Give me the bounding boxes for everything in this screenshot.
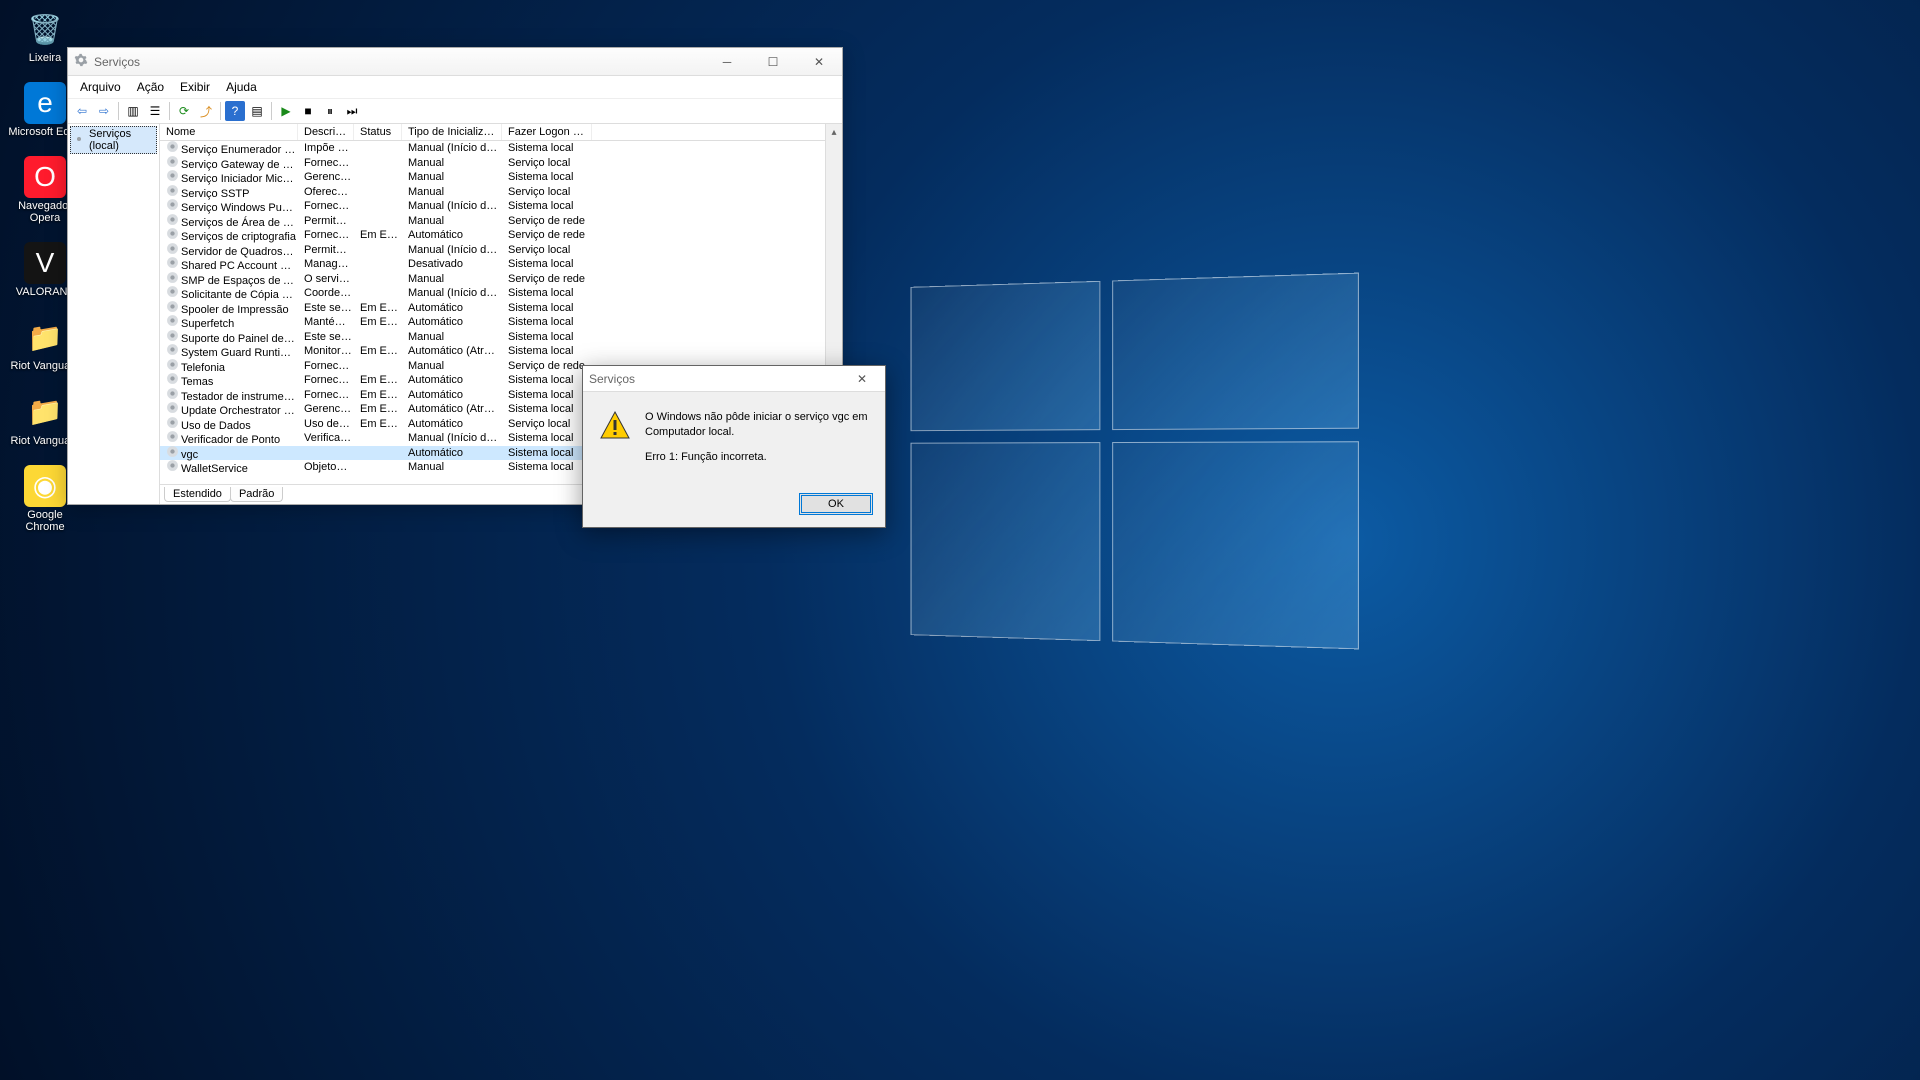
table-row[interactable]: Servidor de Quadros de Câ...Permite q...… <box>160 243 842 258</box>
gear-icon <box>166 227 179 240</box>
gear-icon <box>166 416 179 429</box>
gear-icon <box>166 285 179 298</box>
menu-item[interactable]: Ajuda <box>220 78 263 96</box>
table-row[interactable]: Serviços de criptografiaFornece tr...Em … <box>160 228 842 243</box>
forward-icon[interactable]: ⇨ <box>94 101 114 121</box>
icon-label: VALORANT <box>16 286 74 298</box>
app-icon: 🗑️ <box>24 8 66 50</box>
toolbar: ⇦ ⇨ ▥ ☰ ⟳ ⤴ ? ▤ ▶ ■ ⏸ ⏭ <box>68 98 842 124</box>
gear-icon <box>166 198 179 211</box>
table-row[interactable]: Shared PC Account ManagerManages ...Desa… <box>160 257 842 272</box>
gear-icon <box>166 155 179 168</box>
gear-icon <box>166 459 179 472</box>
gear-icon <box>166 300 179 313</box>
gear-icon <box>166 387 179 400</box>
list-header: Nome Descrição Status Tipo de Inicializa… <box>160 124 842 141</box>
ok-button[interactable]: OK <box>799 493 873 515</box>
col-name[interactable]: Nome <box>160 124 298 140</box>
app-icon: 📁 <box>24 391 66 433</box>
columns-icon[interactable]: ▤ <box>247 101 267 121</box>
gear-icon <box>73 133 85 148</box>
icon-label: Lixeira <box>29 52 61 64</box>
table-row[interactable]: Serviço SSTPOferece s...ManualServiço lo… <box>160 185 842 200</box>
restart-service-icon[interactable]: ⏭ <box>342 101 362 121</box>
col-startup[interactable]: Tipo de Inicialização <box>402 124 502 140</box>
scroll-up-icon[interactable]: ▴ <box>826 124 842 141</box>
export-icon[interactable]: ⤴ <box>196 101 216 121</box>
gear-icon <box>166 343 179 356</box>
gear-icon <box>166 445 179 458</box>
back-icon[interactable]: ⇦ <box>72 101 92 121</box>
app-icon: e <box>24 82 66 124</box>
gear-icon <box>166 242 179 255</box>
col-desc[interactable]: Descrição <box>298 124 354 140</box>
gear-icon <box>166 169 179 182</box>
gear-icon <box>166 358 179 371</box>
gear-icon <box>166 314 179 327</box>
table-row[interactable]: System Guard Runtime Mo...Monitora e...E… <box>160 344 842 359</box>
pause-service-icon[interactable]: ⏸ <box>320 101 340 121</box>
table-row[interactable]: Serviço Enumerador de Dis...Impõe a p...… <box>160 141 842 156</box>
table-row[interactable]: Serviço Windows PushToIns...Fornece s...… <box>160 199 842 214</box>
menu-item[interactable]: Exibir <box>174 78 216 96</box>
table-row[interactable]: Serviço Gateway de Camad...Fornece s...M… <box>160 156 842 171</box>
show-hide-tree-icon[interactable]: ▥ <box>123 101 143 121</box>
start-service-icon[interactable]: ▶ <box>276 101 296 121</box>
table-row[interactable]: Spooler de ImpressãoEste serviç...Em Exe… <box>160 301 842 316</box>
dialog-titlebar[interactable]: Serviços ✕ <box>583 366 885 392</box>
tab-padrao[interactable]: Padrão <box>230 487 283 502</box>
window-title: Serviços <box>94 55 140 69</box>
close-button[interactable]: ✕ <box>796 48 842 76</box>
maximize-button[interactable]: ☐ <box>750 48 796 76</box>
titlebar[interactable]: Serviços ─ ☐ ✕ <box>68 48 842 76</box>
table-row[interactable]: SuperfetchMantém e...Em Exe...Automático… <box>160 315 842 330</box>
gear-icon <box>166 430 179 443</box>
dialog-message-2: Erro 1: Função incorreta. <box>645 450 869 465</box>
warning-icon <box>599 410 631 442</box>
dialog-title: Serviços <box>589 372 635 386</box>
stop-service-icon[interactable]: ■ <box>298 101 318 121</box>
menubar: ArquivoAçãoExibirAjuda <box>68 76 842 98</box>
table-row[interactable]: Suporte do Painel de Contr...Este serviç… <box>160 330 842 345</box>
gear-icon <box>74 53 88 70</box>
minimize-button[interactable]: ─ <box>704 48 750 76</box>
gear-icon <box>166 213 179 226</box>
table-row[interactable]: Serviços de Área de Trabalh...Permite q.… <box>160 214 842 229</box>
app-icon: O <box>24 156 66 198</box>
tree-panel: Serviços (local) <box>68 124 160 504</box>
gear-icon <box>166 184 179 197</box>
dialog-message-1: O Windows não pôde iniciar o serviço vgc… <box>645 410 869 440</box>
app-icon: 📁 <box>24 316 66 358</box>
gear-icon <box>166 141 179 153</box>
tree-label: Serviços (local) <box>89 128 154 152</box>
menu-item[interactable]: Arquivo <box>74 78 127 96</box>
col-status[interactable]: Status <box>354 124 402 140</box>
table-row[interactable]: Solicitante de Cópia de So...Coordena ..… <box>160 286 842 301</box>
gear-icon <box>166 329 179 342</box>
gear-icon <box>166 256 179 269</box>
tree-root[interactable]: Serviços (local) <box>70 126 157 154</box>
properties-icon[interactable]: ☰ <box>145 101 165 121</box>
icon-label: Google Chrome <box>8 509 82 533</box>
gear-icon <box>166 401 179 414</box>
wallpaper-logo <box>911 273 1359 650</box>
gear-icon <box>166 271 179 284</box>
app-icon: ◉ <box>24 465 66 507</box>
gear-icon <box>166 372 179 385</box>
help-icon[interactable]: ? <box>225 101 245 121</box>
table-row[interactable]: SMP de Espaços de Armaze...O serviço ...… <box>160 272 842 287</box>
menu-item[interactable]: Ação <box>131 78 170 96</box>
refresh-icon[interactable]: ⟳ <box>174 101 194 121</box>
app-icon: V <box>24 242 66 284</box>
col-logon[interactable]: Fazer Logon como <box>502 124 592 140</box>
error-dialog: Serviços ✕ O Windows não pôde iniciar o … <box>582 365 886 528</box>
tab-estendido[interactable]: Estendido <box>164 487 231 502</box>
table-row[interactable]: Serviço Iniciador Microsoft i...Gerencia… <box>160 170 842 185</box>
dialog-close-button[interactable]: ✕ <box>839 365 885 393</box>
